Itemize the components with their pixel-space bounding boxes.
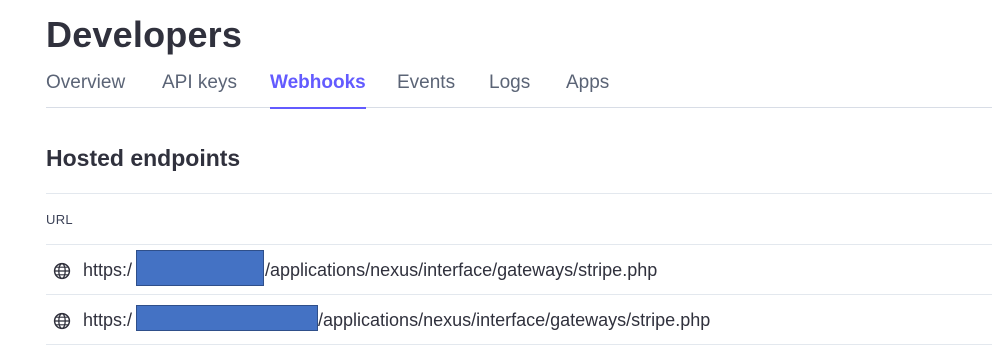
tab-overview[interactable]: Overview bbox=[46, 72, 125, 108]
developers-page: Developers Overview API keys Webhooks Ev… bbox=[0, 0, 1000, 346]
tab-api-keys[interactable]: API keys bbox=[162, 72, 237, 108]
table-header: URL bbox=[46, 193, 992, 245]
endpoint-url-prefix: https:/ bbox=[83, 260, 133, 280]
endpoint-row[interactable]: https:/ /applications/nexus/interface/ga… bbox=[46, 295, 992, 345]
developer-tabs: Overview API keys Webhooks Events Logs A… bbox=[46, 72, 992, 109]
tab-webhooks[interactable]: Webhooks bbox=[270, 72, 366, 109]
tab-apps[interactable]: Apps bbox=[566, 72, 609, 108]
page-title: Developers bbox=[46, 14, 243, 55]
tab-events[interactable]: Events bbox=[397, 72, 455, 108]
endpoint-url-suffix: /applications/nexus/interface/gateways/s… bbox=[318, 310, 711, 330]
redaction-box bbox=[136, 250, 264, 286]
globe-icon bbox=[53, 312, 71, 330]
endpoint-url-suffix: /applications/nexus/interface/gateways/s… bbox=[265, 260, 658, 280]
hosted-endpoints-title: Hosted endpoints bbox=[46, 145, 241, 171]
endpoint-row[interactable]: https:/ /applications/nexus/interface/ga… bbox=[46, 245, 992, 295]
tab-logs[interactable]: Logs bbox=[489, 72, 530, 108]
url-column-header: URL bbox=[46, 212, 73, 227]
globe-icon bbox=[53, 262, 71, 280]
redaction-box bbox=[136, 305, 318, 331]
endpoint-url-prefix: https:/ bbox=[83, 310, 133, 330]
endpoints-table: URL https:/ /applications/nexus/interfac… bbox=[46, 193, 992, 345]
